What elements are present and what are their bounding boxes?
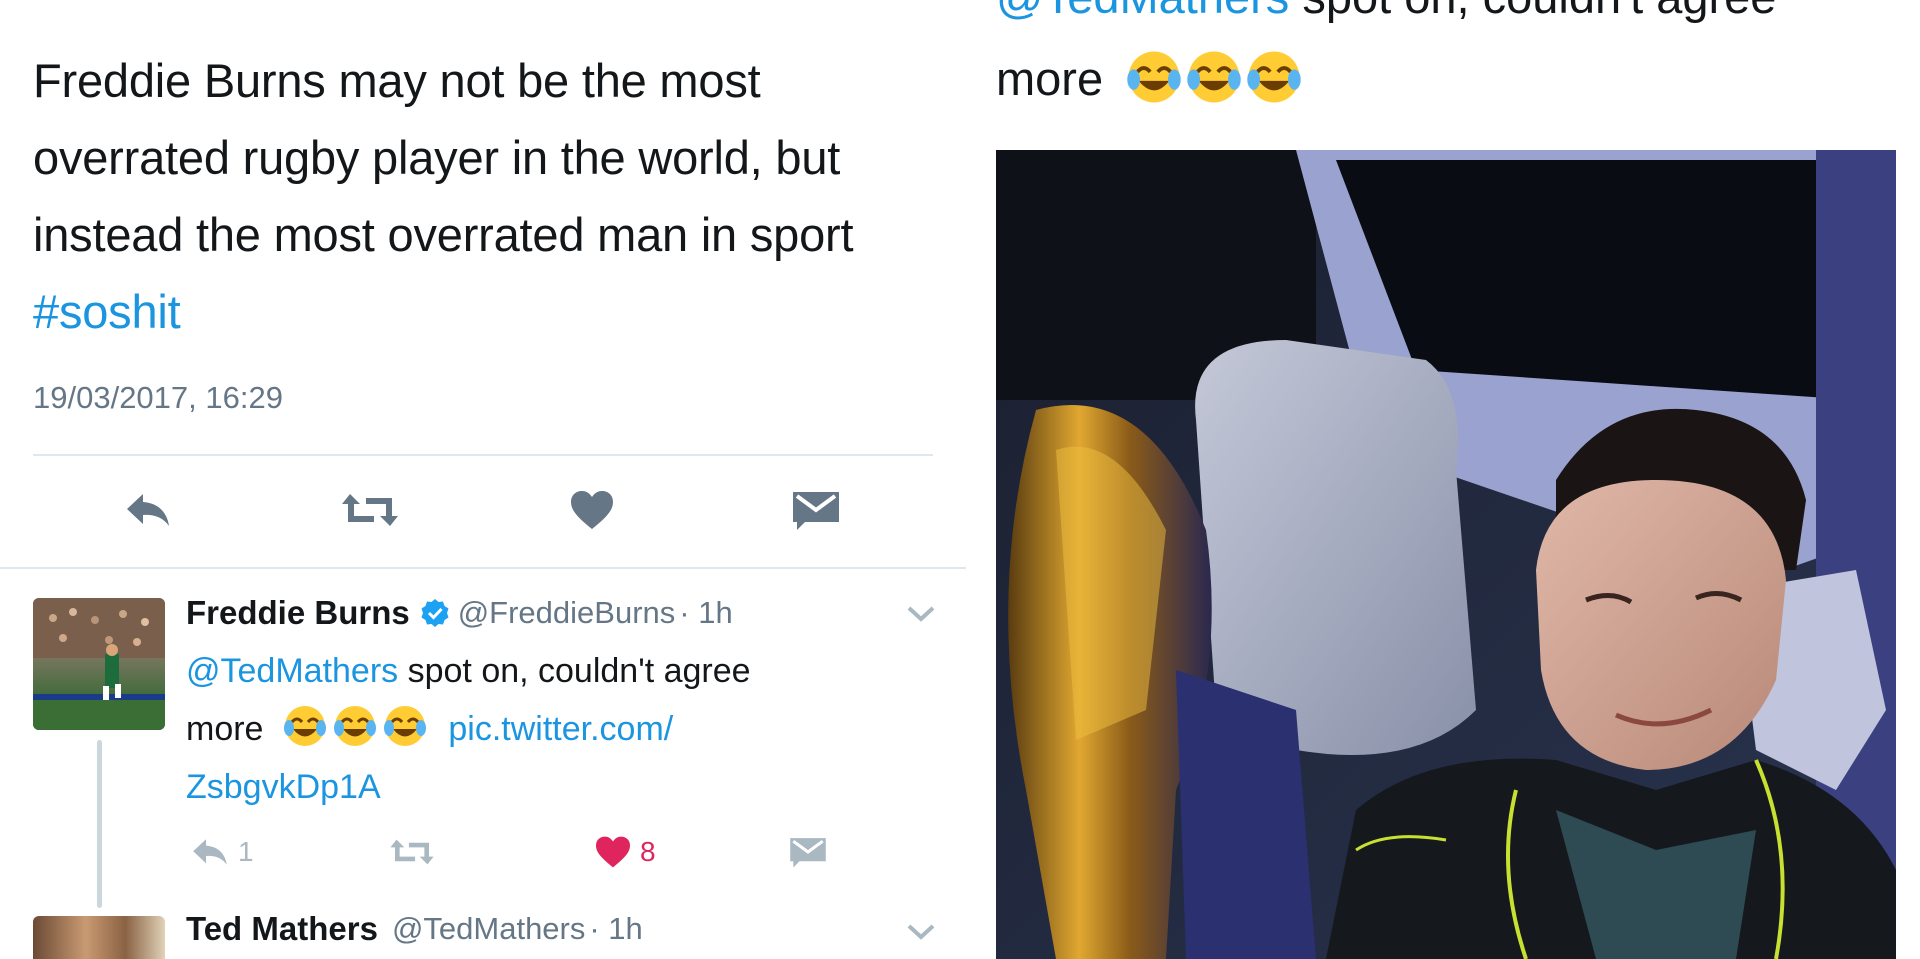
envelope-icon <box>790 838 826 868</box>
heart-icon <box>571 491 613 529</box>
like-button[interactable]: 8 <box>594 830 656 874</box>
heart-icon <box>596 836 630 868</box>
tweet-timestamp: 19/03/2017, 16:29 <box>33 380 283 415</box>
verified-badge-icon <box>421 599 449 627</box>
more-text: more <box>996 52 1104 105</box>
envelope-icon <box>793 492 839 530</box>
tears-of-joy-emoji <box>1127 51 1181 103</box>
reply-count: 1 <box>238 836 254 867</box>
hashtag-link[interactable]: #soshit <box>33 273 963 350</box>
reply-tweet-actions: 1 8 <box>0 830 960 874</box>
divider <box>0 567 966 569</box>
main-tweet-line: overrated rugby player in the world, but <box>33 131 841 184</box>
tweet-text-segment: spot on, couldn't agree <box>1289 0 1776 23</box>
tweet-time: · 1h <box>589 911 643 946</box>
main-tweet-text: Freddie Burns may not be the most overra… <box>33 42 963 350</box>
mention-link[interactable]: @TedMathers <box>186 652 398 690</box>
author-handle[interactable]: @TedMathers <box>392 911 585 947</box>
like-count: 8 <box>640 836 656 867</box>
reply-text-segment: spot on, couldn't agree <box>398 652 751 690</box>
media-link[interactable]: pic.twitter.com/ <box>448 710 673 748</box>
tears-of-joy-emoji <box>1247 51 1301 103</box>
reply-button[interactable] <box>118 480 178 540</box>
retweet-icon <box>390 839 434 865</box>
tweet-text-cut: @TedMathers spot on, couldn't agree <box>996 0 1776 28</box>
tears-of-joy-emoji <box>1187 51 1241 103</box>
next-tweet-header: Ted Mathers @TedMathers · 1h <box>186 910 643 948</box>
avatar-image <box>33 598 165 730</box>
reply-line: @TedMathers spot on, couldn't agree <box>186 642 946 700</box>
chevron-down-icon[interactable] <box>906 922 936 942</box>
like-button[interactable] <box>562 480 622 540</box>
media-tweet-panel: @TedMathers spot on, couldn't agree more <box>992 0 1920 959</box>
chevron-down-icon[interactable] <box>906 604 936 624</box>
tears-of-joy-emoji <box>283 706 326 746</box>
author-name[interactable]: Ted Mathers <box>186 910 378 948</box>
main-tweet-line: Freddie Burns may not be the most <box>33 54 761 107</box>
reply-more-text: more <box>186 710 264 748</box>
author-handle[interactable]: @FreddieBurns <box>458 595 676 631</box>
tears-of-joy-emoji <box>383 706 426 746</box>
reply-button[interactable]: 1 <box>190 830 254 874</box>
selfie-with-trophy-image <box>996 150 1896 959</box>
thread-connector <box>97 740 102 908</box>
avatar[interactable] <box>33 916 165 959</box>
retweet-icon <box>342 494 398 526</box>
tweet-text-more: more <box>996 48 1306 110</box>
main-tweet-actions <box>0 480 960 540</box>
main-tweet-line: instead the most overrated man in sport <box>33 208 854 261</box>
reply-line: more pic.twitter.com/ <box>186 700 946 758</box>
retweet-button[interactable] <box>340 480 400 540</box>
mention-link[interactable]: @TedMathers <box>996 0 1289 23</box>
retweet-button[interactable] <box>388 830 436 874</box>
reply-tweet-text: @TedMathers spot on, couldn't agree more… <box>186 642 946 816</box>
reply-tweet-header: Freddie Burns @FreddieBurns · 1h <box>186 594 733 632</box>
direct-message-button[interactable] <box>788 830 828 874</box>
tears-of-joy-emoji <box>333 706 376 746</box>
reply-icon <box>127 494 169 526</box>
reply-icon <box>193 839 227 865</box>
direct-message-button[interactable] <box>786 480 846 540</box>
avatar[interactable] <box>33 598 165 730</box>
tweet-detail-panel: Freddie Burns may not be the most overra… <box>0 0 970 959</box>
tweet-photo[interactable] <box>996 150 1896 959</box>
media-link-continued[interactable]: ZsbgvkDp1A <box>186 758 946 816</box>
tweet-time: · 1h <box>679 595 733 630</box>
divider <box>33 454 933 456</box>
author-name[interactable]: Freddie Burns <box>186 594 410 632</box>
